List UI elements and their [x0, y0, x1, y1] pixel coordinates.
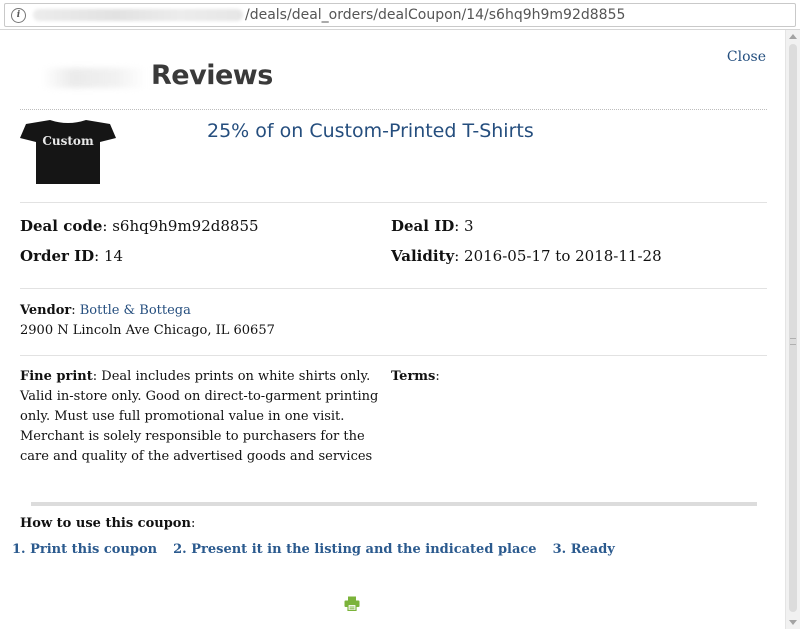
order-id-label: Order ID	[20, 247, 95, 265]
fine-print-block: Fine print: Deal includes prints on whit…	[20, 369, 379, 464]
tshirt-print-text: Custom	[42, 134, 94, 148]
header-divider	[20, 109, 767, 110]
divider	[20, 202, 767, 203]
url-path: /deals/deal_orders/dealCoupon/14/s6hq9h9…	[245, 7, 626, 23]
url-field[interactable]: i /deals/deal_orders/dealCoupon/14/s6hq9…	[4, 3, 796, 27]
howto-title: How to use this coupon:	[20, 516, 196, 531]
url-domain-blurred	[33, 9, 243, 21]
vendor-block: Vendor: Bottle & Bottega 2900 N Lincoln …	[20, 301, 275, 341]
divider	[20, 355, 767, 356]
divider	[20, 288, 767, 289]
terms-block: Terms:	[391, 369, 440, 384]
vendor-address: 2900 N Lincoln Ave Chicago, IL 60657	[20, 323, 275, 338]
howto-steps: 1. Print this coupon 2. Present it in th…	[12, 542, 615, 557]
close-link[interactable]: Close	[727, 49, 766, 65]
scroll-up-arrow-icon[interactable]	[789, 34, 797, 39]
terms-label: Terms	[391, 369, 436, 384]
order-id-value: 14	[103, 247, 124, 265]
deal-title: 25% of on Custom-Printed T-Shirts	[207, 120, 534, 142]
print-icon[interactable]	[344, 596, 360, 611]
step-print-coupon[interactable]: 1. Print this coupon	[12, 542, 157, 557]
deal-code-row: Deal code: s6hq9h9m92d8855	[20, 217, 259, 235]
product-tshirt-image: Custom	[20, 120, 116, 184]
site-logo: Reviews	[20, 60, 273, 94]
validity-label: Validity	[391, 247, 455, 265]
validity-row: Validity: 2016-05-17 to 2018-11-28	[391, 247, 662, 265]
deal-id-value: 3	[464, 217, 474, 235]
section-separator	[31, 502, 757, 506]
scrollbar-thumb[interactable]	[789, 44, 797, 612]
scroll-down-arrow-icon[interactable]	[789, 620, 797, 625]
validity-value: 2016-05-17 to 2018-11-28	[464, 247, 662, 265]
fine-print-label: Fine print	[20, 369, 93, 384]
deal-code-value: s6hq9h9m92d8855	[112, 217, 259, 235]
step-present-coupon[interactable]: 2. Present it in the listing and the ind…	[173, 542, 536, 557]
address-bar: i /deals/deal_orders/dealCoupon/14/s6hq9…	[0, 0, 800, 30]
howto-title-text: How to use this coupon	[20, 516, 191, 531]
order-id-row: Order ID: 14	[20, 247, 124, 265]
scrollbar-grip-icon	[790, 338, 796, 345]
step-ready[interactable]: 3. Ready	[553, 542, 615, 557]
info-icon[interactable]: i	[11, 7, 26, 23]
vertical-scrollbar[interactable]	[785, 30, 800, 629]
deal-id-row: Deal ID: 3	[391, 217, 474, 235]
deal-id-label: Deal ID	[391, 217, 455, 235]
logo-blurred-part	[42, 68, 147, 88]
logo-text: Reviews	[151, 60, 273, 91]
deal-code-label: Deal code	[20, 217, 103, 235]
vendor-label: Vendor	[20, 303, 72, 318]
vendor-link[interactable]: Bottle & Bottega	[80, 303, 191, 318]
